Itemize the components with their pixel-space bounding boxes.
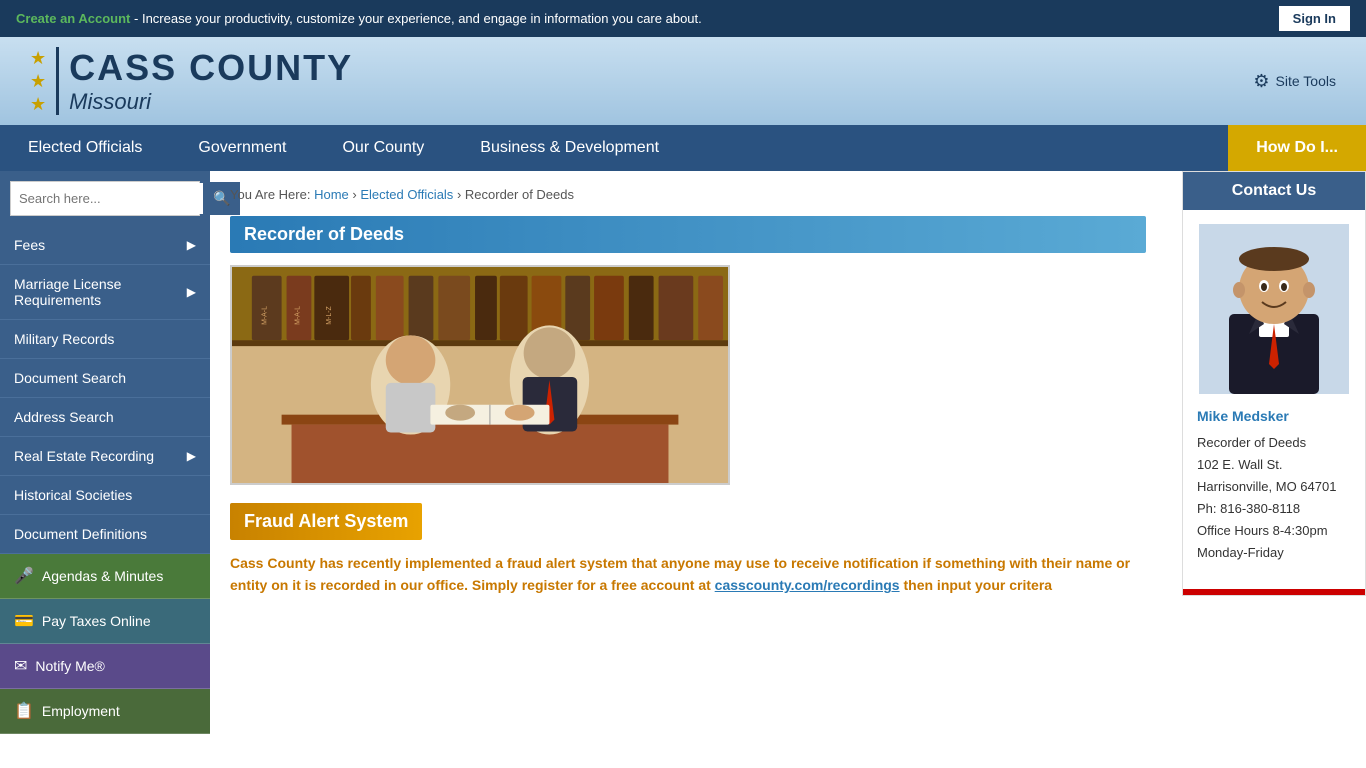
logo-text: CASS COUNTY Missouri xyxy=(56,47,353,115)
sidebar-item-real-estate[interactable]: Real Estate Recording ▶ xyxy=(0,437,210,476)
arrow-icon: ▶ xyxy=(187,238,196,252)
nav-how-do-i[interactable]: How Do I... xyxy=(1228,125,1366,171)
svg-text:M-A-L: M-A-L xyxy=(294,306,301,325)
star-icon-3: ★ xyxy=(30,94,46,115)
sidebar-item-address-search-label: Address Search xyxy=(14,409,114,425)
contact-days: Monday-Friday xyxy=(1197,542,1351,564)
sidebar-item-document-defs[interactable]: Document Definitions xyxy=(0,515,210,554)
quick-link-notify-label: Notify Me® xyxy=(35,658,104,674)
logo-stars: ★ ★ ★ xyxy=(30,48,46,115)
contact-address2: Harrisonville, MO 64701 xyxy=(1197,476,1351,498)
sidebar-item-historical-label: Historical Societies xyxy=(14,487,132,503)
sidebar-item-document-search-label: Document Search xyxy=(14,370,126,386)
sidebar-item-marriage[interactable]: Marriage License Requirements ▶ xyxy=(0,265,210,320)
sidebar-item-military[interactable]: Military Records xyxy=(0,320,210,359)
breadcrumb-home[interactable]: Home xyxy=(314,187,349,202)
sidebar-item-document-defs-label: Document Definitions xyxy=(14,526,147,542)
arrow-icon: ▶ xyxy=(187,285,196,299)
sidebar-quick-links: 🎤 Agendas & Minutes 💳 Pay Taxes Online ✉… xyxy=(0,554,210,734)
person-illustration xyxy=(1199,224,1349,394)
logo-state-name: Missouri xyxy=(69,89,353,115)
contact-box: Contact Us xyxy=(1182,171,1366,596)
right-sidebar: Contact Us xyxy=(1166,171,1366,734)
star-icon-2: ★ xyxy=(30,71,46,92)
sign-in-button[interactable]: Sign In xyxy=(1279,6,1350,31)
logo-area: ★ ★ ★ CASS COUNTY Missouri xyxy=(30,47,353,115)
red-bar-divider xyxy=(1183,589,1365,595)
nav-elected-officials[interactable]: Elected Officials xyxy=(0,125,170,171)
sidebar-item-address-search[interactable]: Address Search xyxy=(0,398,210,437)
arrow-icon: ▶ xyxy=(187,449,196,463)
gear-icon: ⚙ xyxy=(1253,71,1269,92)
quick-link-agendas[interactable]: 🎤 Agendas & Minutes xyxy=(0,554,210,599)
contact-name: Mike Medsker xyxy=(1183,408,1365,432)
quick-link-employment[interactable]: 📋 Employment xyxy=(0,689,210,734)
breadcrumb-current: Recorder of Deeds xyxy=(465,187,574,202)
top-bar: Create an Account - Increase your produc… xyxy=(0,0,1366,37)
sidebar-search-box: 🔍 xyxy=(10,181,200,216)
main-navigation: Elected Officials Government Our County … xyxy=(0,125,1366,171)
recorder-image: M-A-L M-A-L M-L-Z xyxy=(232,267,728,483)
left-sidebar: 🔍 Fees ▶ Marriage License Requirements ▶… xyxy=(0,171,210,734)
nav-our-county[interactable]: Our County xyxy=(314,125,452,171)
logo-county-name: CASS COUNTY xyxy=(69,47,353,89)
recorder-illustration: M-A-L M-A-L M-L-Z xyxy=(232,265,728,485)
credit-card-icon: 💳 xyxy=(14,611,34,631)
site-tools-button[interactable]: ⚙ Site Tools xyxy=(1253,71,1336,92)
breadcrumb: You Are Here: Home › Elected Officials ›… xyxy=(230,187,1146,202)
contact-info: Recorder of Deeds 102 E. Wall St. Harris… xyxy=(1183,432,1365,579)
sidebar-item-marriage-label: Marriage License Requirements xyxy=(14,276,187,308)
sidebar-menu: Fees ▶ Marriage License Requirements ▶ M… xyxy=(0,226,210,554)
contact-hours: Office Hours 8-4:30pm xyxy=(1197,520,1351,542)
search-input[interactable] xyxy=(11,183,203,214)
fraud-alert-text: Cass County has recently implemented a f… xyxy=(230,552,1146,597)
quick-link-notify[interactable]: ✉ Notify Me® xyxy=(0,644,210,689)
contact-photo xyxy=(1199,224,1349,394)
recordings-link[interactable]: casscounty.com/recordings xyxy=(715,577,900,593)
quick-link-agendas-label: Agendas & Minutes xyxy=(42,568,163,584)
page-title: Recorder of Deeds xyxy=(230,216,1146,253)
breadcrumb-elected[interactable]: Elected Officials xyxy=(360,187,453,202)
sidebar-item-real-estate-label: Real Estate Recording xyxy=(14,448,154,464)
svg-text:M-L-Z: M-L-Z xyxy=(326,305,333,324)
site-tools-label: Site Tools xyxy=(1276,73,1336,89)
site-header: ★ ★ ★ CASS COUNTY Missouri ⚙ Site Tools xyxy=(0,37,1366,125)
contact-role: Recorder of Deeds xyxy=(1197,432,1351,454)
svg-text:M-A-L: M-A-L xyxy=(262,306,269,325)
contact-address1: 102 E. Wall St. xyxy=(1197,454,1351,476)
sidebar-item-fees[interactable]: Fees ▶ xyxy=(0,226,210,265)
fraud-alert-heading: Fraud Alert System xyxy=(230,503,422,540)
quick-link-pay-taxes[interactable]: 💳 Pay Taxes Online xyxy=(0,599,210,644)
sidebar-item-fees-label: Fees xyxy=(14,237,45,253)
sidebar-item-historical[interactable]: Historical Societies xyxy=(0,476,210,515)
microphone-icon: 🎤 xyxy=(14,566,34,586)
main-content-image: M-A-L M-A-L M-L-Z xyxy=(230,265,730,485)
topbar-tagline: - Increase your productivity, customize … xyxy=(134,11,702,26)
nav-business-development[interactable]: Business & Development xyxy=(452,125,687,171)
contact-phone: Ph: 816-380-8118 xyxy=(1197,498,1351,520)
sidebar-item-military-label: Military Records xyxy=(14,331,114,347)
star-icon-1: ★ xyxy=(30,48,46,69)
breadcrumb-prefix: You Are Here: xyxy=(230,187,314,202)
page-layout: 🔍 Fees ▶ Marriage License Requirements ▶… xyxy=(0,171,1366,734)
quick-link-pay-taxes-label: Pay Taxes Online xyxy=(42,613,151,629)
nav-government[interactable]: Government xyxy=(170,125,314,171)
quick-link-employment-label: Employment xyxy=(42,703,120,719)
create-account-link[interactable]: Create an Account xyxy=(16,11,130,26)
contact-header: Contact Us xyxy=(1183,172,1365,210)
email-icon: ✉ xyxy=(14,656,27,676)
main-content-area: You Are Here: Home › Elected Officials ›… xyxy=(210,171,1166,734)
sidebar-item-document-search[interactable]: Document Search xyxy=(0,359,210,398)
clipboard-icon: 📋 xyxy=(14,701,34,721)
